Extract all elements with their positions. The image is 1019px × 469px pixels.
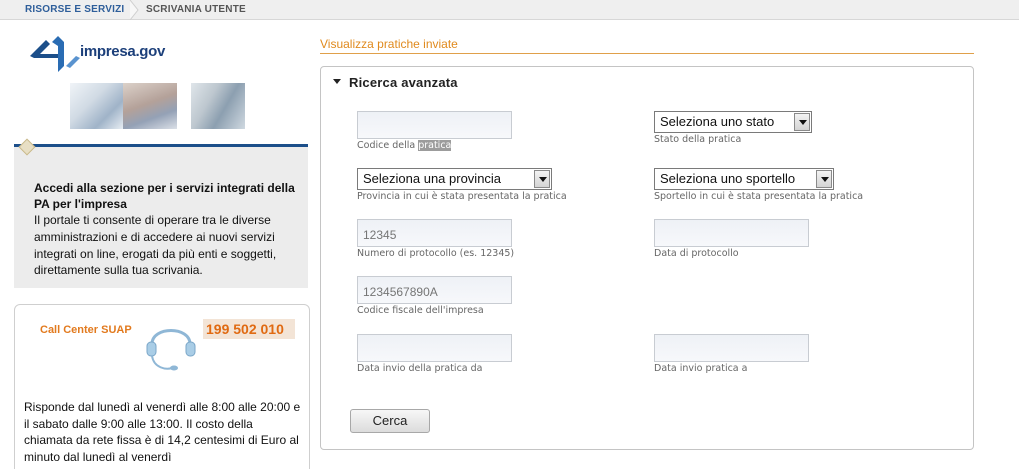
info-title[interactable]: Accedi alla sezione per i servizi integr… [34,180,302,212]
info-body: Il portale ti consente di operare tra le… [34,213,277,278]
breadcrumb: RISORSE E SERVIZI SCRIVANIA UTENTE [0,0,1019,20]
stato-select-value: Seleziona uno stato [660,114,775,129]
stato-select[interactable]: Seleziona uno stato [654,111,812,133]
codice-pratica-label-highlight: pratica [418,140,452,151]
cerca-button[interactable]: Cerca [350,409,430,433]
codice-fiscale-label: Codice fiscale dell'impresa [357,305,484,316]
breadcrumb-separator-icon [129,0,139,20]
data-invio-a-label: Data invio pratica a [654,363,748,374]
codice-pratica-input[interactable] [357,111,512,139]
protocollo-input[interactable] [357,219,512,247]
logo-text-suffix: .gov [135,43,166,60]
thumbnail-image-worker [123,83,177,129]
protocollo-label: Numero di protocollo (es. 12345) [357,248,515,259]
data-invio-da-input[interactable] [357,334,512,362]
panel-title[interactable]: Ricerca avanzata [349,75,458,90]
headset-icon [146,329,196,371]
thumbnail-image-industry [191,83,245,129]
provincia-label: Provincia in cui è stata presentata la p… [357,191,567,202]
codice-pratica-label: Codice della pratica [357,140,452,151]
sportello-select[interactable]: Seleziona uno sportello [654,168,834,190]
logo-text-main: impresa [80,43,136,60]
call-center-body: Risponde dal lunedì al venerdì alle 8:00… [24,400,301,464]
collapse-triangle-icon[interactable] [333,79,341,84]
stato-label: Stato della pratica [654,134,742,145]
call-center-number: 199 502 010 [203,319,295,339]
chevron-down-icon[interactable] [534,170,550,188]
data-protocollo-label: Data di protocollo [654,248,739,259]
sportello-select-value: Seleziona uno sportello [660,171,796,186]
data-protocollo-input[interactable] [654,219,809,247]
section-title: Visualizza pratiche inviate [320,37,458,51]
provincia-select-value: Seleziona una provincia [363,171,502,186]
codice-pratica-label-text: Codice della [357,140,419,151]
breadcrumb-scrivania-utente: SCRIVANIA UTENTE [146,4,246,15]
section-divider [320,53,974,54]
codice-fiscale-input[interactable] [357,276,512,304]
chevron-down-icon[interactable] [816,170,832,188]
logo-text: impresa.gov [80,43,165,60]
breadcrumb-risorse-servizi[interactable]: RISORSE E SERVIZI [25,0,124,20]
call-center-label: Call Center SUAP [40,324,132,336]
provincia-select[interactable]: Seleziona una provincia [357,168,552,190]
chevron-down-icon[interactable] [794,113,810,131]
data-invio-a-input[interactable] [654,334,809,362]
data-invio-da-label: Data invio della pratica da [357,363,483,374]
thumbnail-image-office [70,83,124,129]
sportello-label: Sportello in cui è stata presentata la p… [654,191,864,202]
